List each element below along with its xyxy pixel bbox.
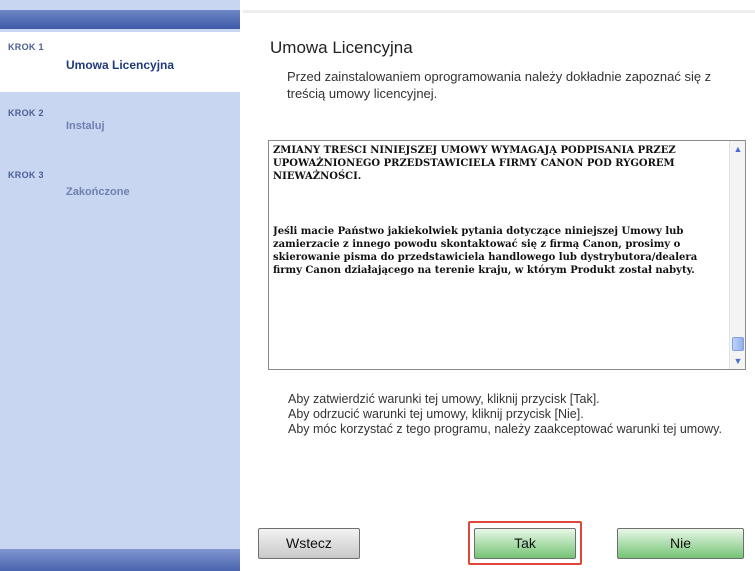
- step-name: Instaluj: [66, 120, 105, 132]
- scroll-down-icon[interactable]: ▼: [731, 354, 745, 368]
- sidebar-step-2: KROK 2 Instaluj: [0, 98, 240, 158]
- sidebar-footer-bar: [0, 549, 240, 571]
- top-divider: [243, 10, 755, 13]
- license-paragraph: Jeśli macie Państwo jakiekolwiek pytania…: [273, 226, 698, 276]
- sidebar-step-3: KROK 3 Zakończone: [0, 160, 240, 220]
- step-number: KROK 3: [8, 170, 44, 180]
- license-text-box[interactable]: ZMIANY TREŚCI NINIEJSZEJ UMOWY WYMAGAJĄ …: [268, 140, 746, 370]
- scrollbar-thumb[interactable]: [732, 337, 744, 351]
- intro-text: Przed zainstalowaniem oprogramowania nal…: [287, 69, 712, 101]
- no-button[interactable]: Nie: [617, 528, 744, 559]
- instructions: Aby zatwierdzić warunki tej umowy, klikn…: [288, 392, 750, 437]
- scroll-up-icon[interactable]: ▲: [731, 142, 745, 156]
- license-scrollbar[interactable]: ▲ ▼: [729, 141, 745, 369]
- step-number: KROK 1: [8, 42, 44, 52]
- sidebar-header-bar: [0, 10, 240, 29]
- back-button[interactable]: Wstecz: [258, 528, 360, 559]
- sidebar: KROK 1 Umowa Licencyjna KROK 2 Instaluj …: [0, 0, 240, 571]
- step-name: Zakończone: [66, 186, 130, 198]
- sidebar-step-1: KROK 1 Umowa Licencyjna: [0, 32, 240, 92]
- yes-button[interactable]: Tak: [474, 528, 576, 559]
- step-name: Umowa Licencyjna: [66, 58, 175, 72]
- license-text: ZMIANY TREŚCI NINIEJSZEJ UMOWY WYMAGAJĄ …: [273, 144, 725, 366]
- step-number: KROK 2: [8, 108, 44, 118]
- license-paragraph: ZMIANY TREŚCI NINIEJSZEJ UMOWY WYMAGAJĄ …: [273, 145, 676, 182]
- instruction-line: Aby zatwierdzić warunki tej umowy, klikn…: [288, 392, 600, 406]
- page-title: Umowa Licencyjna: [270, 38, 413, 57]
- instruction-line: Aby odrzucić warunki tej umowy, kliknij …: [288, 407, 584, 421]
- instruction-line: Aby móc korzystać z tego programu, należ…: [288, 422, 722, 436]
